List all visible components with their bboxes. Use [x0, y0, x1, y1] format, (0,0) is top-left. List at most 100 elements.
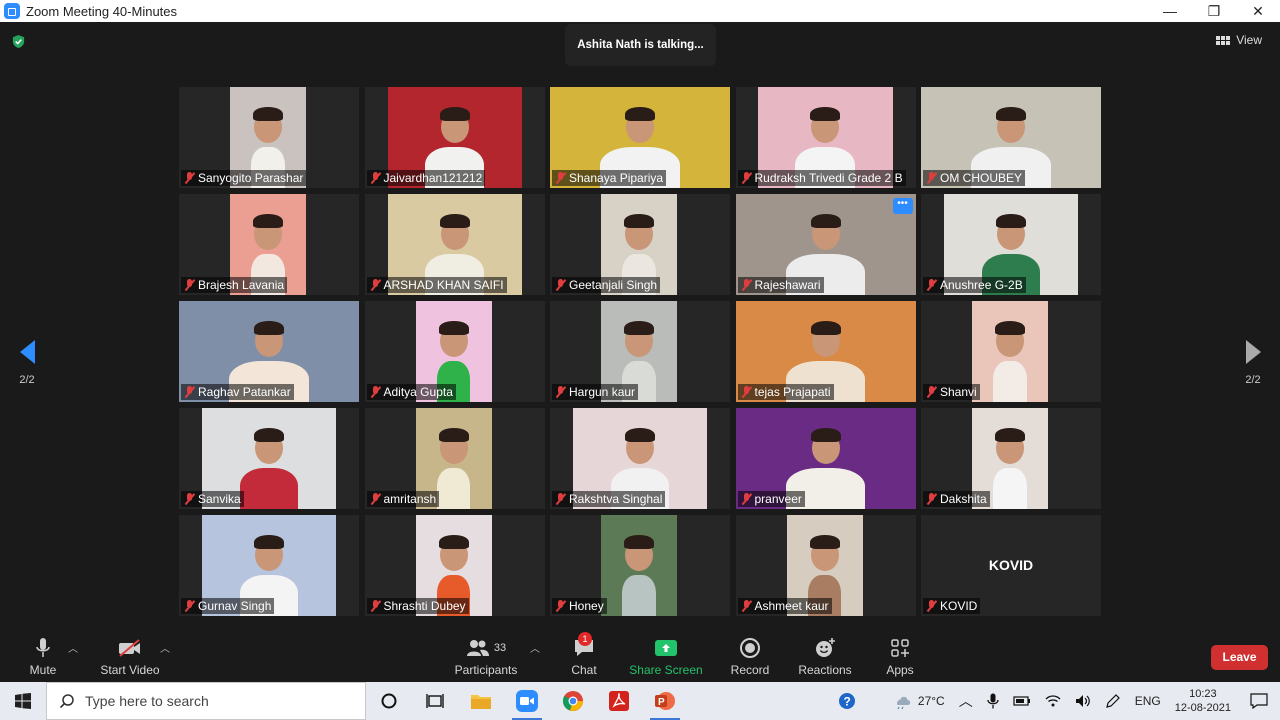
- participant-tile[interactable]: Jaivardhan121212: [364, 87, 545, 188]
- leave-button[interactable]: Leave: [1211, 645, 1268, 670]
- participant-name-tag: Raghav Patankar: [181, 384, 294, 400]
- mic-muted-icon: [370, 279, 381, 291]
- mute-button[interactable]: Mute: [20, 636, 66, 677]
- participant-name: Dakshita: [940, 492, 987, 506]
- participant-name: amritansh: [383, 492, 437, 506]
- participant-tile[interactable]: Rudraksh Trivedi Grade 2 B: [735, 87, 916, 188]
- mic-muted-icon: [370, 172, 381, 184]
- help-button[interactable]: ?: [831, 692, 863, 710]
- participant-name-tag: Gurnav Singh: [181, 598, 275, 614]
- microphone-tray-icon[interactable]: [980, 693, 1006, 709]
- participant-tile[interactable]: Sanyogito Parashar: [179, 87, 359, 188]
- mic-muted-icon: [555, 386, 566, 398]
- participant-name-tag: ARSHAD KHAN SAIFI: [366, 277, 507, 293]
- participant-tile[interactable]: ARSHAD KHAN SAIFI: [364, 194, 545, 295]
- grid-view-icon: [1216, 35, 1231, 45]
- participant-video: [972, 301, 1048, 402]
- record-label: Record: [730, 663, 770, 677]
- participant-tile[interactable]: ••• Rajeshawari: [735, 194, 916, 295]
- reactions-button[interactable]: Reactions: [798, 636, 852, 677]
- participant-tile[interactable]: Hargun kaur: [550, 301, 730, 402]
- participant-name: Shanvi: [940, 385, 977, 399]
- participant-tile[interactable]: Anushree G-2B: [921, 194, 1101, 295]
- notification-icon: [1250, 693, 1268, 709]
- volume-icon[interactable]: [1068, 694, 1098, 708]
- participant-tile[interactable]: Shrashti Dubey: [364, 515, 545, 616]
- participant-name: Shanaya Pipariya: [569, 171, 664, 185]
- powerpoint-button[interactable]: P: [642, 682, 688, 720]
- participant-name-tag: Shrashti Dubey: [366, 598, 469, 614]
- zoom-taskbar-button[interactable]: [504, 682, 550, 720]
- language-indicator[interactable]: ENG: [1128, 694, 1168, 708]
- participant-tile[interactable]: KOVID KOVID: [921, 515, 1101, 616]
- previous-page-button[interactable]: 2/2: [12, 340, 42, 386]
- participant-name: Raghav Patankar: [198, 385, 291, 399]
- audio-options-chevron-icon[interactable]: ︿: [68, 640, 78, 655]
- acrobat-icon: [609, 691, 629, 711]
- participant-tile[interactable]: amritansh: [364, 408, 545, 509]
- apps-button[interactable]: Apps: [880, 636, 920, 677]
- participant-tile[interactable]: tejas Prajapati: [735, 301, 916, 402]
- participant-tile[interactable]: pranveer: [735, 408, 916, 509]
- chrome-button[interactable]: [550, 682, 596, 720]
- participant-tile[interactable]: Rakshtva Singhal: [550, 408, 730, 509]
- battery-icon[interactable]: [1006, 695, 1038, 707]
- start-video-button[interactable]: Start Video: [96, 636, 164, 677]
- record-button[interactable]: Record: [728, 636, 772, 677]
- participant-tile[interactable]: Shanvi: [921, 301, 1101, 402]
- participants-options-chevron-icon[interactable]: ︿: [530, 640, 540, 655]
- security-shield-icon[interactable]: [11, 34, 26, 49]
- svg-text:?: ?: [843, 695, 850, 709]
- chat-icon: 1: [562, 632, 606, 660]
- mic-muted-icon: [741, 172, 752, 184]
- participant-name: tejas Prajapati: [754, 385, 831, 399]
- participant-tile[interactable]: Aditya Gupta: [364, 301, 545, 402]
- participant-tile[interactable]: Ashmeet kaur: [735, 515, 916, 616]
- view-button[interactable]: View: [1216, 33, 1262, 47]
- participant-tile[interactable]: Dakshita: [921, 408, 1101, 509]
- mic-muted-icon: [184, 279, 195, 291]
- participant-tile[interactable]: Shanaya Pipariya: [550, 87, 730, 188]
- arrow-right-icon: [1245, 340, 1261, 364]
- taskbar-search-box[interactable]: Type here to search: [46, 682, 366, 720]
- participant-tile[interactable]: Brajesh Lavania: [179, 194, 359, 295]
- task-view-button[interactable]: [412, 682, 458, 720]
- mic-muted-icon: [184, 172, 195, 184]
- close-button[interactable]: ✕: [1236, 0, 1280, 22]
- participant-tile[interactable]: Sanvika: [179, 408, 359, 509]
- participants-button[interactable]: 33 Participants: [452, 636, 520, 677]
- participant-name: pranveer: [754, 492, 802, 506]
- share-screen-button[interactable]: Share Screen: [628, 636, 704, 677]
- next-page-button[interactable]: 2/2: [1238, 340, 1268, 386]
- weather-widget[interactable]: 27°C: [887, 693, 952, 709]
- participant-name-tag: pranveer: [737, 491, 805, 507]
- chat-button[interactable]: 1 Chat: [562, 632, 606, 677]
- maximize-button[interactable]: ❐: [1192, 0, 1236, 22]
- wifi-icon[interactable]: [1038, 694, 1068, 708]
- participant-name-tag: tejas Prajapati: [737, 384, 834, 400]
- minimize-button[interactable]: —: [1148, 0, 1192, 22]
- video-options-chevron-icon[interactable]: ︿: [160, 640, 170, 655]
- participant-tile[interactable]: Raghav Patankar: [179, 301, 359, 402]
- participant-video: [601, 515, 677, 616]
- show-hidden-icons-button[interactable]: ︿: [952, 691, 980, 711]
- participant-tile[interactable]: Gurnav Singh: [179, 515, 359, 616]
- participant-tile[interactable]: Geetanjali Singh: [550, 194, 730, 295]
- participant-name-tag: KOVID: [923, 598, 981, 614]
- acrobat-button[interactable]: [596, 682, 642, 720]
- start-video-label: Start Video: [100, 663, 160, 677]
- apps-icon: [880, 636, 920, 660]
- cortana-button[interactable]: [366, 682, 412, 720]
- more-options-icon[interactable]: •••: [892, 198, 913, 214]
- participants-label: Participants: [454, 663, 518, 677]
- windows-start-button[interactable]: [0, 682, 46, 720]
- system-clock[interactable]: 10:23 12-08-2021: [1168, 687, 1238, 715]
- notifications-button[interactable]: [1238, 693, 1280, 709]
- file-explorer-button[interactable]: [458, 682, 504, 720]
- apps-label: Apps: [886, 663, 914, 677]
- pen-workspace-icon[interactable]: [1098, 693, 1128, 709]
- participant-tile[interactable]: Honey: [550, 515, 730, 616]
- participant-tile[interactable]: OM CHOUBEY: [921, 87, 1101, 188]
- participant-name-tag: Sanvika: [181, 491, 244, 507]
- zoom-icon: [516, 690, 538, 712]
